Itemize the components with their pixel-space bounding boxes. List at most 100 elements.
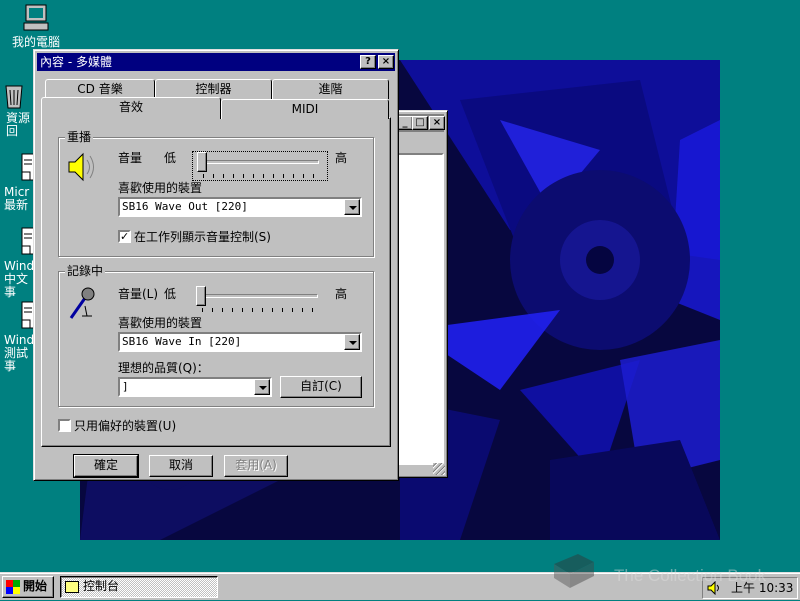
slider-tick xyxy=(262,308,263,312)
slider-tick xyxy=(282,308,283,312)
slider-tick xyxy=(203,174,204,178)
playback-volume-slider[interactable] xyxy=(192,151,328,181)
book-logo-icon xyxy=(554,554,594,588)
tab-sound[interactable]: 音效 xyxy=(41,97,221,119)
start-label: 開始 xyxy=(23,579,48,593)
playback-device-label: 喜歡使用的裝置 xyxy=(118,181,203,195)
slider-tick xyxy=(313,174,314,178)
dialog-title: 內容 - 多媒體 xyxy=(40,55,112,69)
show-volume-label[interactable]: 在工作列顯示音量控制(S) xyxy=(134,230,271,244)
document-shortcut-icon xyxy=(20,300,34,332)
dropdown-arrow-icon[interactable] xyxy=(344,334,360,350)
windows-logo-icon xyxy=(6,580,20,594)
speaker-icon xyxy=(65,150,99,187)
tab-midi[interactable]: MIDI xyxy=(221,99,389,119)
slider-tick xyxy=(223,174,224,178)
taskbar-item-control-panel[interactable]: 控制台 xyxy=(60,576,218,598)
slider-tick xyxy=(242,308,243,312)
dropdown-arrow-icon[interactable] xyxy=(254,379,270,395)
playback-low-label: 低 xyxy=(164,151,177,165)
only-preferred-checkbox[interactable] xyxy=(58,419,71,432)
recording-device-label: 喜歡使用的裝置 xyxy=(118,316,203,330)
desktop-icon-label: 資源回 xyxy=(6,111,31,138)
document-shortcut-icon xyxy=(20,152,34,184)
recording-device-select[interactable]: SB16 Wave In [220] xyxy=(118,332,362,352)
desktop-icon-windows-chinese[interactable]: Windo 中文 事 xyxy=(4,226,34,299)
maximize-button[interactable]: □ xyxy=(412,116,428,130)
slider-tick xyxy=(283,174,284,178)
recording-high-label: 高 xyxy=(335,287,348,301)
playback-group-label: 重播 xyxy=(65,130,94,144)
tab-advanced[interactable]: 進階 xyxy=(272,79,389,99)
dropdown-arrow-icon[interactable] xyxy=(344,199,360,215)
start-button[interactable]: 開始 xyxy=(2,576,54,598)
ok-button[interactable]: 確定 xyxy=(73,454,139,478)
slider-tick xyxy=(272,308,273,312)
tab-cd-music[interactable]: CD 音樂 xyxy=(45,79,155,99)
desktop-icon-label: Windo 測試 事 xyxy=(4,333,34,373)
slider-tick xyxy=(312,308,313,312)
tab-controller[interactable]: 控制器 xyxy=(155,79,272,99)
slider-tick xyxy=(232,308,233,312)
cancel-button[interactable]: 取消 xyxy=(149,455,213,477)
playback-device-select[interactable]: SB16 Wave Out [220] xyxy=(118,197,362,217)
minimize-button[interactable]: _ xyxy=(397,116,413,130)
only-preferred-label[interactable]: 只用偏好的裝置(U) xyxy=(74,419,176,433)
computer-icon xyxy=(20,2,52,34)
desktop-icon-windows-test[interactable]: Windo 測試 事 xyxy=(4,300,34,373)
slider-tick xyxy=(302,308,303,312)
control-panel-icon xyxy=(65,581,79,593)
slider-tick xyxy=(263,174,264,178)
slider-tick xyxy=(253,174,254,178)
desktop-icon-label: Windo 中文 事 xyxy=(4,259,34,299)
slider-tick xyxy=(233,174,234,178)
microphone-icon xyxy=(65,284,99,325)
slider-track xyxy=(199,160,319,164)
watermark-text: The Collection Book xyxy=(614,566,767,585)
recycle-bin-icon xyxy=(0,78,30,110)
slider-tick xyxy=(273,174,274,178)
apply-button[interactable]: 套用(A) xyxy=(224,455,288,477)
desktop-icon-label: 我的電腦 xyxy=(11,35,60,49)
slider-tick xyxy=(212,308,213,312)
recording-volume-label: 音量(L) xyxy=(118,287,159,301)
desktop-icon-my-computer[interactable]: 我的電腦 xyxy=(6,2,66,49)
desktop-icon-microsoft[interactable]: Micr 最新 xyxy=(4,152,34,212)
watermark: The Collection Book xyxy=(548,550,788,590)
playback-high-label: 高 xyxy=(335,151,348,165)
recording-low-label: 低 xyxy=(164,287,177,301)
close-button[interactable]: × xyxy=(378,55,394,69)
slider-tick xyxy=(243,174,244,178)
desktop-icon-recycle-bin[interactable]: 資源回 xyxy=(0,78,34,138)
quality-select[interactable]: ] xyxy=(118,377,272,397)
playback-volume-label: 音量 xyxy=(118,151,143,165)
playback-device-value: SB16 Wave Out [220] xyxy=(122,200,248,213)
desktop-icon-label: Micr 最新 xyxy=(4,185,30,212)
slider-tick xyxy=(222,308,223,312)
resize-grip-icon[interactable] xyxy=(433,463,445,475)
recording-volume-slider[interactable] xyxy=(192,286,328,316)
slider-thumb[interactable] xyxy=(197,152,207,172)
slider-tick xyxy=(213,174,214,178)
quality-label: 理想的品質(Q)： xyxy=(118,361,209,375)
slider-tick xyxy=(292,308,293,312)
show-volume-checkbox[interactable]: ✓ xyxy=(118,230,131,243)
taskbar-item-label: 控制台 xyxy=(83,579,120,593)
slider-track xyxy=(198,294,318,298)
customize-button[interactable]: 自訂(C) xyxy=(280,376,362,398)
slider-tick xyxy=(293,174,294,178)
slider-ticks xyxy=(202,308,314,312)
recording-group-label: 記錄中 xyxy=(65,264,106,278)
multimedia-properties-dialog[interactable]: 內容 - 多媒體 ? × CD 音樂 控制器 進階 音效 MIDI 重播 音量 … xyxy=(33,49,399,481)
close-button[interactable]: × xyxy=(429,116,445,130)
slider-thumb[interactable] xyxy=(196,286,206,306)
document-shortcut-icon xyxy=(20,226,34,258)
quality-value: ] xyxy=(122,380,129,393)
slider-ticks xyxy=(203,174,315,178)
slider-tick xyxy=(303,174,304,178)
slider-tick xyxy=(202,308,203,312)
checkmark-icon: ✓ xyxy=(120,230,130,243)
recording-device-value: SB16 Wave In [220] xyxy=(122,335,242,348)
dialog-titlebar[interactable]: 內容 - 多媒體 xyxy=(37,53,395,71)
help-button[interactable]: ? xyxy=(360,55,376,69)
